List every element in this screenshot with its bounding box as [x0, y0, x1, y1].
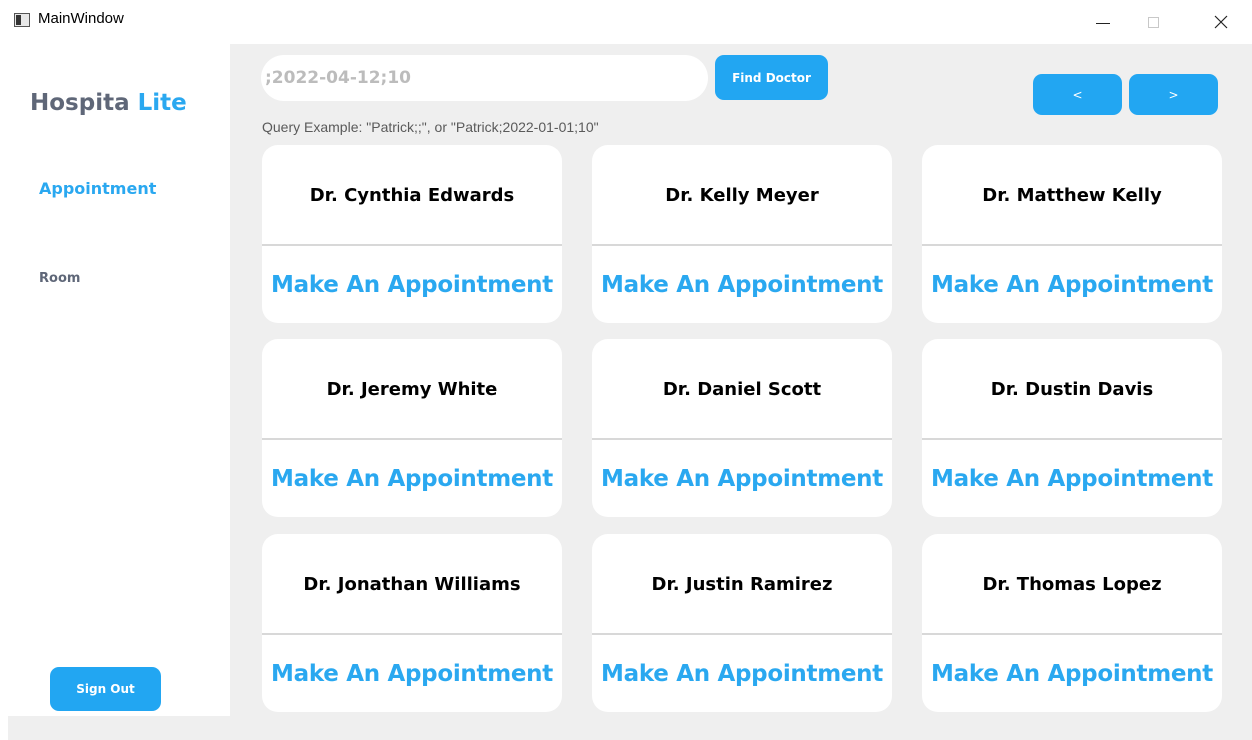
brand-name-part1: Hospita	[30, 90, 130, 116]
doctor-card: Dr. Thomas Lopez Make An Appointment	[922, 534, 1222, 712]
doctor-card: Dr. Cynthia Edwards Make An Appointment	[262, 145, 562, 323]
make-appointment-button[interactable]: Make An Appointment	[262, 635, 562, 712]
find-doctor-button[interactable]: Find Doctor	[715, 55, 828, 100]
make-appointment-button[interactable]: Make An Appointment	[592, 246, 892, 323]
sidebar: Hospita Lite Appointment Room Sign Out	[0, 44, 230, 716]
doctor-name: Dr. Matthew Kelly	[982, 184, 1162, 206]
window-bottom-strip	[0, 716, 1252, 740]
search-input[interactable]	[261, 55, 708, 101]
title-bar: MainWindow	[0, 0, 1252, 44]
doctor-card: Dr. Kelly Meyer Make An Appointment	[592, 145, 892, 323]
doctor-card: Dr. Daniel Scott Make An Appointment	[592, 339, 892, 517]
doctor-card: Dr. Dustin Davis Make An Appointment	[922, 339, 1222, 517]
brand-logo: Hospita Lite	[30, 90, 187, 116]
sign-out-button[interactable]: Sign Out	[50, 667, 161, 711]
make-appointment-button[interactable]: Make An Appointment	[922, 440, 1222, 517]
main-content: Find Doctor Query Example: "Patrick;;", …	[230, 44, 1252, 716]
maximize-button[interactable]	[1130, 0, 1176, 44]
doctor-name: Dr. Dustin Davis	[990, 378, 1154, 400]
sidebar-item-room[interactable]: Room	[39, 271, 80, 286]
make-appointment-button[interactable]: Make An Appointment	[922, 635, 1222, 712]
doctor-card: Dr. Jonathan Williams Make An Appointmen…	[262, 534, 562, 712]
make-appointment-button[interactable]: Make An Appointment	[262, 440, 562, 517]
minimize-button[interactable]	[1080, 0, 1126, 44]
doctor-card: Dr. Justin Ramirez Make An Appointment	[592, 534, 892, 712]
close-icon	[1214, 15, 1228, 29]
doctor-name: Dr. Jeremy White	[326, 378, 498, 400]
minimize-icon	[1096, 22, 1110, 24]
make-appointment-button[interactable]: Make An Appointment	[262, 246, 562, 323]
previous-page-button[interactable]: <	[1033, 74, 1122, 115]
maximize-icon	[1147, 16, 1159, 28]
doctor-card: Dr. Matthew Kelly Make An Appointment	[922, 145, 1222, 323]
doctor-name: Dr. Justin Ramirez	[651, 573, 833, 595]
next-page-button[interactable]: >	[1129, 74, 1218, 115]
app-window-icon	[14, 13, 30, 27]
window-bottom-edge	[0, 716, 8, 740]
make-appointment-button[interactable]: Make An Appointment	[922, 246, 1222, 323]
brand-name-part2: Lite	[137, 90, 187, 116]
doctor-card: Dr. Jeremy White Make An Appointment	[262, 339, 562, 517]
make-appointment-button[interactable]: Make An Appointment	[592, 440, 892, 517]
sidebar-item-appointment[interactable]: Appointment	[39, 179, 156, 198]
doctor-name: Dr. Cynthia Edwards	[309, 184, 515, 206]
doctor-name: Dr. Daniel Scott	[662, 378, 822, 400]
query-hint: Query Example: "Patrick;;", or "Patrick;…	[262, 119, 599, 135]
make-appointment-button[interactable]: Make An Appointment	[592, 635, 892, 712]
doctor-name: Dr. Jonathan Williams	[303, 573, 521, 595]
doctor-name: Dr. Thomas Lopez	[982, 573, 1162, 595]
doctor-name: Dr. Kelly Meyer	[665, 184, 819, 206]
close-button[interactable]	[1198, 0, 1244, 44]
window-title: MainWindow	[38, 10, 124, 27]
